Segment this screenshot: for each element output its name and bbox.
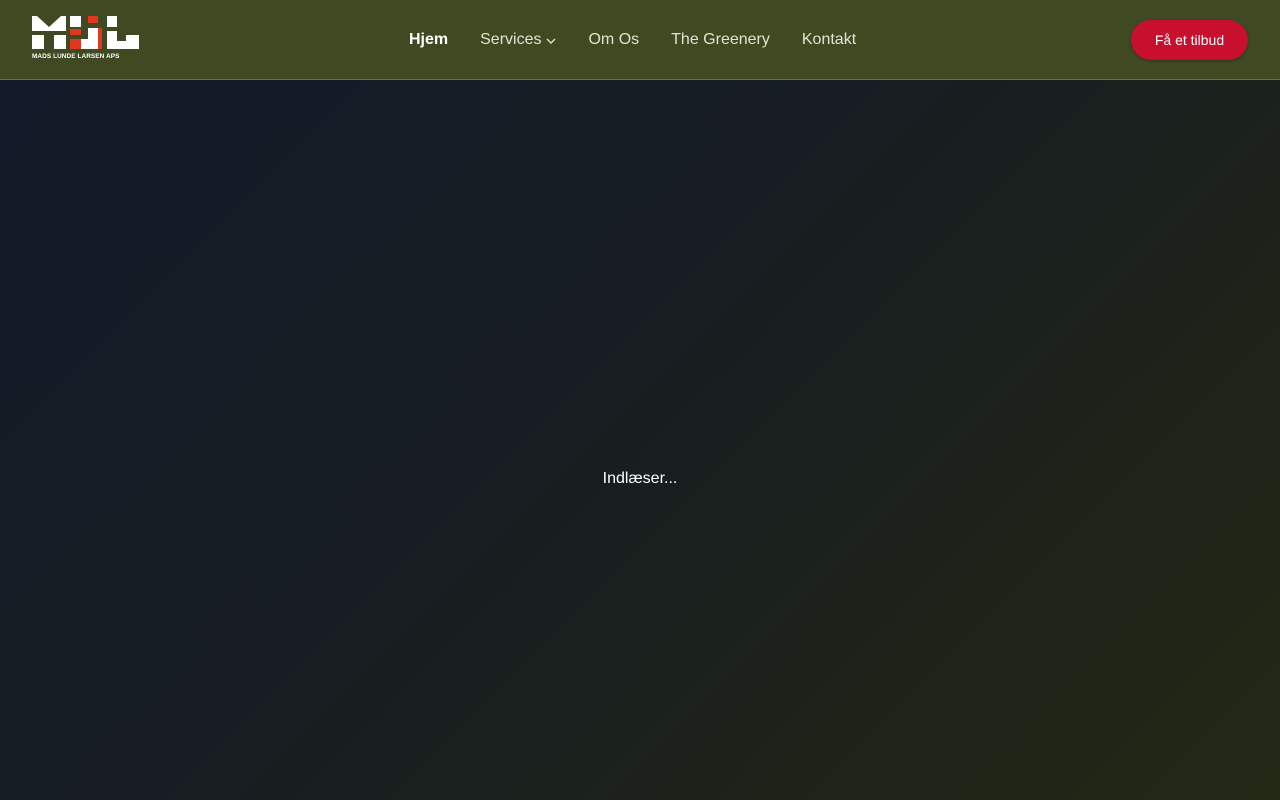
chevron-down-icon xyxy=(546,32,556,50)
nav-item-om-os[interactable]: Om Os xyxy=(588,31,639,49)
site-header: MADS LUNDE LARSEN APS Hjem Services Om O… xyxy=(0,0,1280,80)
logo-mark-icon xyxy=(32,16,139,49)
loading-text: Indlæser... xyxy=(602,470,678,487)
nav-item-label: The Greenery xyxy=(671,31,770,48)
nav-item-the-greenery[interactable]: The Greenery xyxy=(671,31,770,49)
nav-item-label: Hjem xyxy=(409,31,449,48)
nav-item-services[interactable]: Services xyxy=(480,30,556,50)
main-navigation: Hjem Services Om Os The Greenery Kontakt xyxy=(409,0,888,80)
logo-caption: MADS LUNDE LARSEN APS xyxy=(32,53,120,60)
nav-item-label: Kontakt xyxy=(801,31,857,48)
nav-item-hjem[interactable]: Hjem xyxy=(409,31,448,49)
nav-item-kontakt[interactable]: Kontakt xyxy=(802,31,856,49)
brand-logo[interactable]: MADS LUNDE LARSEN APS xyxy=(32,16,140,64)
nav-item-label: Services xyxy=(480,31,542,48)
nav-item-label: Om Os xyxy=(588,31,640,48)
get-quote-button[interactable]: Få et tilbud xyxy=(1131,20,1248,60)
